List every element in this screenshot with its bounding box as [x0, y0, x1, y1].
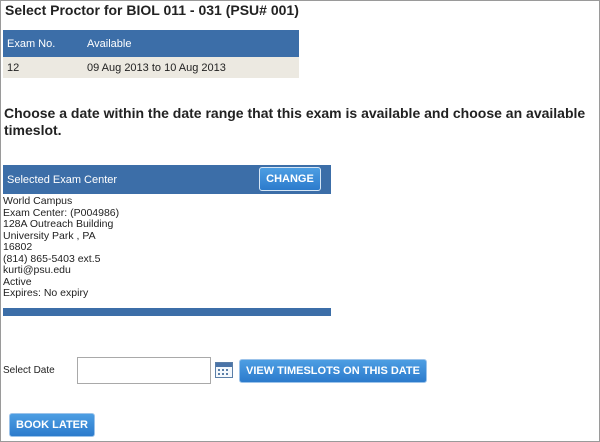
calendar-icon[interactable]	[215, 362, 233, 378]
exam-center-footer-bar	[3, 308, 331, 316]
exam-table: Exam No. Available 12 09 Aug 2013 to 10 …	[3, 30, 299, 78]
exam-center-header-label: Selected Exam Center	[7, 174, 118, 186]
exam-no-cell: 12	[3, 57, 83, 78]
change-button[interactable]: CHANGE	[259, 167, 321, 191]
select-date-label: Select Date	[3, 365, 55, 376]
center-name: World Campus	[3, 195, 73, 207]
exam-center-details: World Campus Exam Center: (P004986) 128A…	[3, 195, 331, 300]
center-zip: 16802	[3, 241, 33, 253]
center-address: 128A Outreach Building	[3, 218, 114, 230]
center-email: kurti@psu.edu	[3, 264, 71, 276]
available-range-cell: 09 Aug 2013 to 10 Aug 2013	[83, 57, 299, 78]
exam-table-header-row: Exam No. Available	[3, 30, 299, 57]
exam-center-header: Selected Exam Center CHANGE	[3, 165, 331, 194]
date-input[interactable]	[77, 357, 211, 384]
exam-no-header: Exam No.	[3, 30, 83, 57]
center-expiry: Expires: No expiry	[3, 287, 89, 299]
table-row: 12 09 Aug 2013 to 10 Aug 2013	[3, 57, 299, 78]
center-city-state: University Park , PA	[3, 229, 96, 242]
view-timeslots-button[interactable]: VIEW TIMESLOTS ON THIS DATE	[239, 359, 427, 383]
book-later-button[interactable]: BOOK LATER	[9, 413, 95, 437]
available-header: Available	[83, 30, 299, 57]
page-frame: Select Proctor for BIOL 011 - 031 (PSU# …	[0, 0, 600, 442]
page-title: Select Proctor for BIOL 011 - 031 (PSU# …	[5, 2, 299, 18]
instruction-text: Choose a date within the date range that…	[4, 105, 586, 138]
